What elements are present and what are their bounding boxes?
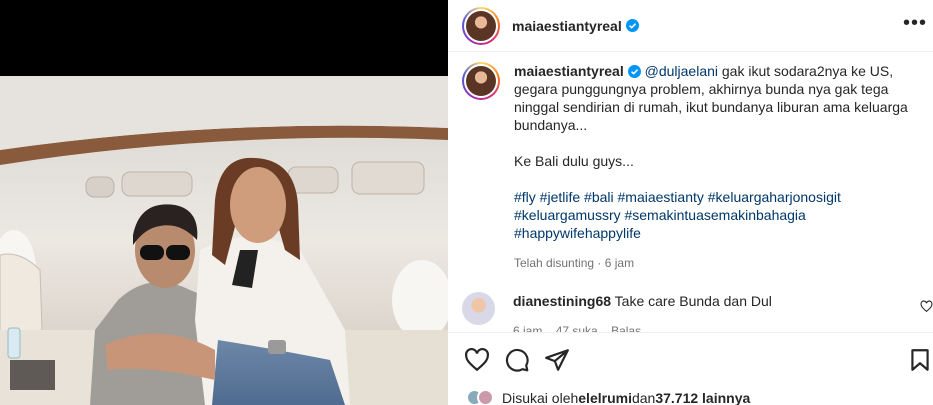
comment-like-heart-icon[interactable] bbox=[920, 300, 933, 313]
bookmark-icon[interactable] bbox=[907, 347, 933, 373]
share-icon[interactable] bbox=[544, 347, 570, 373]
action-bar: Disukai oleh elelrumi dan 37.712 lainnya bbox=[448, 332, 933, 405]
caption: maiaestiantyreal @duljaelani gak ikut so… bbox=[462, 62, 932, 272]
more-options-icon[interactable]: ••• bbox=[903, 12, 927, 35]
likes-count[interactable]: 37.712 lainnya bbox=[655, 390, 750, 405]
hashtags[interactable]: #fly #jetlife #bali #maiaestianty #kelua… bbox=[514, 189, 845, 241]
avatar-image bbox=[466, 10, 496, 41]
comment-icon[interactable] bbox=[504, 347, 530, 373]
post-photo[interactable] bbox=[0, 0, 448, 405]
verified-badge-icon bbox=[625, 19, 639, 32]
post-header: maiaestiantyreal ••• bbox=[448, 0, 933, 52]
likes-prefix: Disukai oleh bbox=[502, 389, 579, 405]
caption-text-block: maiaestiantyreal @duljaelani gak ikut so… bbox=[514, 62, 914, 242]
comment-text: Take care Bunda dan Dul bbox=[614, 293, 772, 309]
mention-link[interactable]: @duljaelani bbox=[645, 63, 718, 79]
avatar-image bbox=[466, 66, 496, 96]
post-detail-panel: maiaestiantyreal ••• maiaestiantyreal @d… bbox=[448, 0, 933, 405]
liker-username[interactable]: elelrumi bbox=[578, 390, 632, 405]
post-image bbox=[0, 0, 448, 405]
commenter-avatar[interactable] bbox=[462, 292, 495, 325]
commenter-username[interactable]: dianestining68 bbox=[513, 293, 611, 309]
caption-body: maiaestiantyreal @duljaelani gak ikut so… bbox=[514, 62, 914, 272]
heart-icon[interactable] bbox=[464, 347, 490, 373]
liker-avatar bbox=[477, 389, 494, 405]
likes-summary: Disukai oleh elelrumi dan 37.712 lainnya bbox=[466, 389, 750, 405]
edited-timestamp: Telah disunting · 6 jam bbox=[514, 256, 635, 270]
caption-avatar[interactable] bbox=[462, 62, 500, 100]
author-username[interactable]: maiaestiantyreal bbox=[512, 18, 622, 34]
verified-badge-icon bbox=[627, 65, 641, 78]
author-avatar[interactable] bbox=[462, 6, 500, 45]
likes-middle: dan bbox=[631, 389, 656, 405]
comment-line: dianestining68 Take care Bunda dan Dul bbox=[513, 292, 913, 310]
caption-username[interactable]: maiaestiantyreal bbox=[514, 63, 624, 79]
